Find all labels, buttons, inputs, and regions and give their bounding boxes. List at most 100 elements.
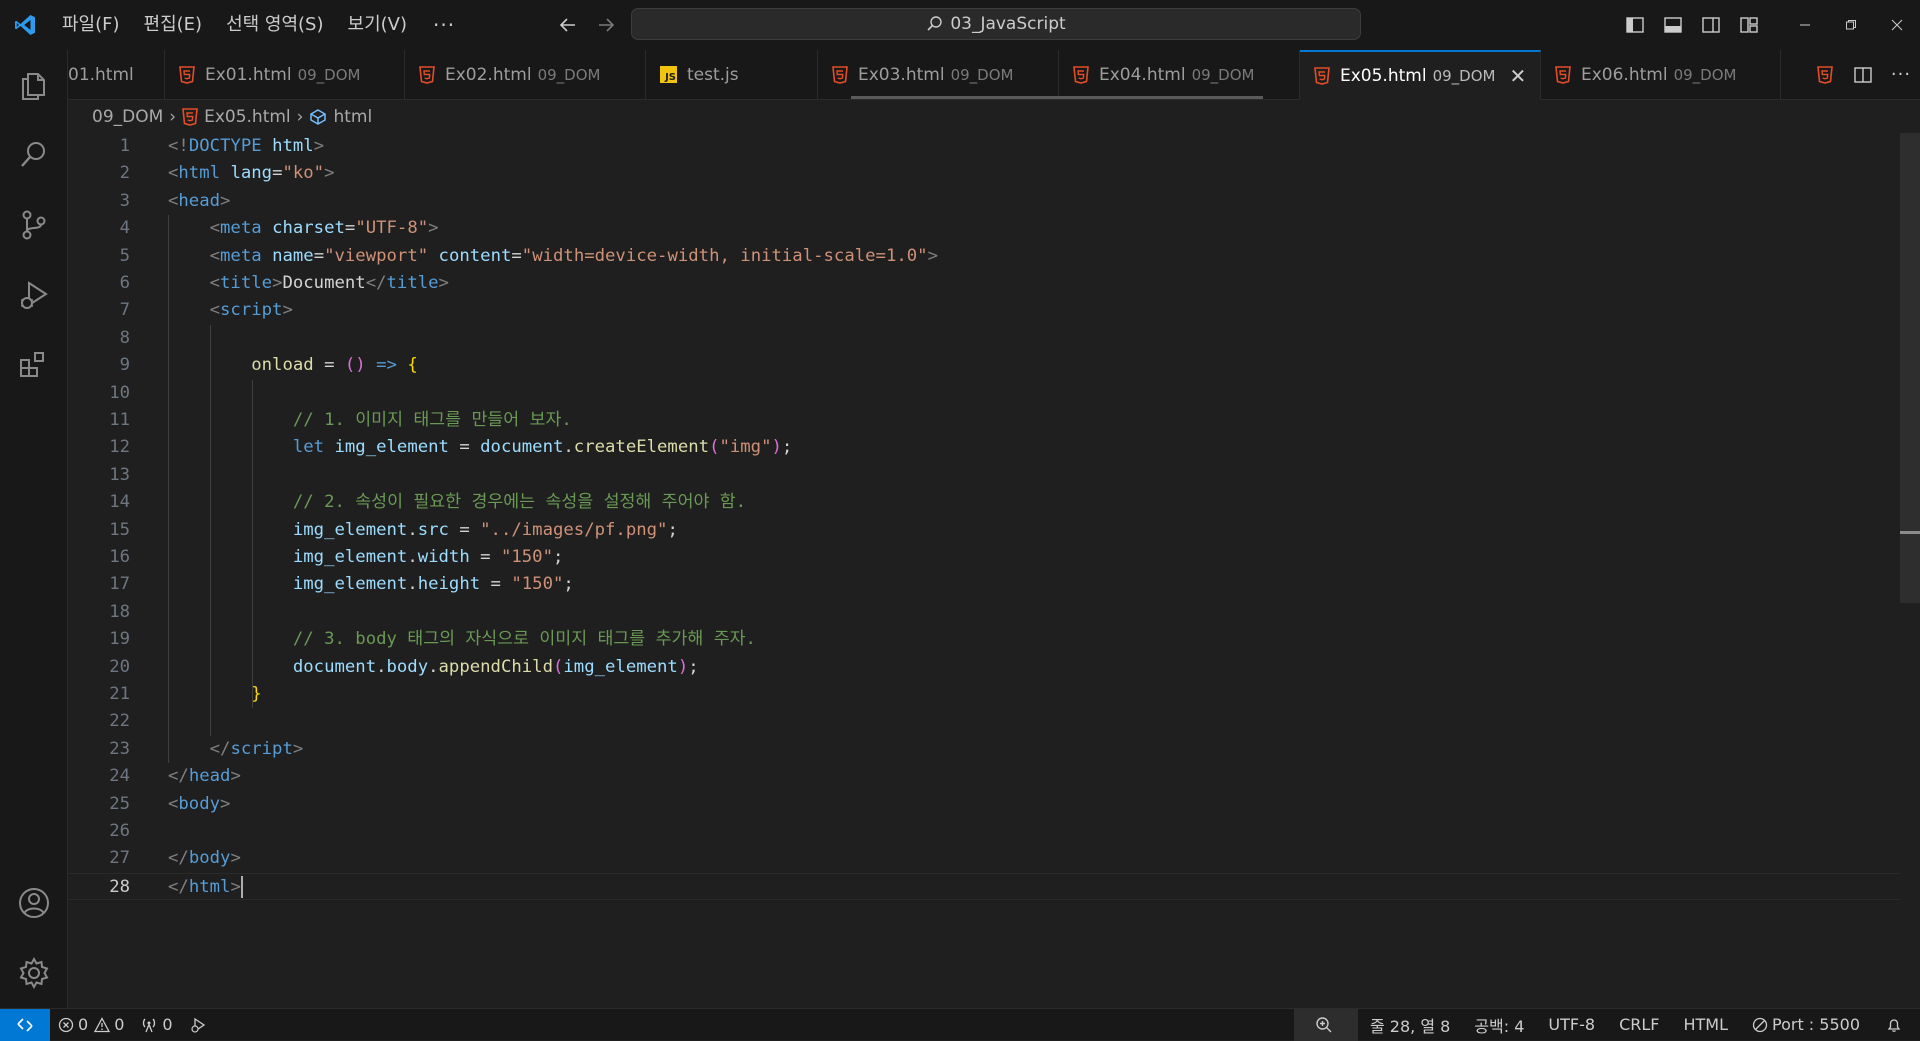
more-actions-icon[interactable]: ··· (1882, 50, 1920, 100)
tab-test-js[interactable]: JS test.js (646, 50, 818, 99)
code-editor[interactable]: 1 <!DOCTYPE html> 2 <html lang="ko"> 3 <head>… (68, 133, 1900, 1008)
tab-scrollbar[interactable] (851, 96, 1263, 99)
code-text: img_element.width = "150"; (168, 544, 564, 571)
cursor-position[interactable]: 줄 28, 열 8 (1358, 1009, 1462, 1041)
code-line[interactable]: 11 // 1. 이미지 태그를 만들어 보자. (68, 407, 1900, 434)
code-token: meta (220, 245, 262, 266)
restore-icon[interactable] (1828, 0, 1874, 50)
menu-view[interactable]: 보기(V) (336, 0, 419, 50)
code-line[interactable]: 22 (68, 708, 1900, 735)
code-line[interactable]: 7 <script> (68, 297, 1900, 324)
code-text: <script> (168, 297, 293, 324)
code-token: "ko" (282, 163, 325, 184)
tab-01-html[interactable]: 01.html (68, 50, 165, 99)
menu-file[interactable]: 파일(F) (50, 0, 132, 50)
code-line[interactable]: 21 } (68, 681, 1900, 708)
toggle-panel-icon[interactable] (1654, 0, 1692, 50)
code-line[interactable]: 24 </head> (68, 763, 1900, 790)
tab-ex05-html[interactable]: Ex05.html 09_DOM ✕ (1300, 50, 1541, 100)
tab-ex06-html[interactable]: Ex06.html 09_DOM (1541, 50, 1781, 99)
close-window-icon[interactable] (1874, 0, 1920, 50)
source-control-icon[interactable] (0, 190, 68, 260)
explorer-icon[interactable] (0, 50, 68, 120)
code-text: onload = () => { (168, 352, 418, 379)
tab-ex02-html[interactable]: Ex02.html 09_DOM (405, 50, 646, 99)
code-line[interactable]: 14 // 2. 속성이 필요한 경우에는 속성을 설정해 주어야 함. (68, 489, 1900, 516)
run-debug-icon[interactable] (0, 260, 68, 330)
menu-selection[interactable]: 선택 영역(S) (214, 0, 335, 50)
code-token: > (272, 273, 283, 293)
command-center-search[interactable]: 03_JavaScript (631, 8, 1361, 40)
problems-status[interactable]: 0 0 (50, 1009, 132, 1041)
code-line[interactable]: 5 <meta name="viewport" content="width=d… (68, 243, 1900, 270)
back-arrow-icon[interactable] (549, 0, 587, 50)
settings-gear-icon[interactable] (0, 938, 68, 1008)
code-line[interactable]: 16 img_element.width = "150"; (68, 544, 1900, 571)
tab-description: 09_DOM (950, 65, 1014, 84)
menu-edit[interactable]: 편집(E) (132, 0, 215, 50)
code-line[interactable]: 13 (68, 462, 1900, 489)
extensions-icon[interactable] (0, 330, 68, 400)
tab-ex04-html[interactable]: Ex04.html 09_DOM (1059, 50, 1300, 99)
code-line[interactable]: 15 img_element.src = "../images/pf.png"; (68, 517, 1900, 544)
code-line[interactable]: 25 <body> (68, 791, 1900, 818)
tab-ex03-html[interactable]: Ex03.html 09_DOM (818, 50, 1059, 99)
editor-actions: ··· (1806, 50, 1920, 99)
breadcrumb-symbol[interactable]: html (333, 107, 372, 127)
remote-indicator-icon[interactable] (0, 1008, 50, 1041)
code-line[interactable]: 3 <head> (68, 188, 1900, 215)
html5-file-icon (1073, 65, 1089, 84)
ports-status[interactable]: 0 (132, 1009, 180, 1041)
close-tab-icon[interactable]: ✕ (1509, 64, 1526, 88)
editor-vertical-scrollbar[interactable] (1900, 133, 1920, 1008)
notifications-bell-icon[interactable] (1872, 1009, 1920, 1041)
code-token: < (168, 163, 179, 184)
code-token: </ (365, 273, 387, 293)
code-line[interactable]: 9 onload = () => { (68, 352, 1900, 379)
code-line[interactable]: 20 document.body.appendChild(img_element… (68, 654, 1900, 681)
live-server-port[interactable]: Port : 5500 (1740, 1009, 1872, 1041)
code-line[interactable]: 26 (68, 818, 1900, 845)
code-token: height (417, 574, 481, 595)
code-text: <body> (168, 791, 230, 818)
code-token: "150" (500, 547, 553, 567)
code-line[interactable]: 12 let img_element = document.createElem… (68, 434, 1900, 461)
code-line[interactable]: 28 </html> (68, 872, 1900, 901)
search-icon[interactable] (0, 120, 68, 190)
breadcrumb-file[interactable]: Ex05.html (204, 107, 291, 127)
split-editor-icon[interactable] (1844, 50, 1882, 100)
code-line[interactable]: 1 <!DOCTYPE html> (68, 133, 1900, 160)
breadcrumb-folder[interactable]: 09_DOM (92, 107, 163, 127)
code-line[interactable]: 6 <title>Document</title> (68, 270, 1900, 297)
language-mode[interactable]: HTML (1671, 1009, 1740, 1041)
customize-layout-icon[interactable] (1730, 0, 1768, 50)
end-of-line[interactable]: CRLF (1607, 1009, 1671, 1041)
code-line[interactable]: 27 </body> (68, 845, 1900, 872)
zoom-icon[interactable] (1293, 1008, 1358, 1041)
code-line[interactable]: 2 <html lang="ko"> (68, 160, 1900, 187)
indentation[interactable]: 공백: 4 (1462, 1009, 1536, 1041)
line-number: 26 (109, 821, 130, 841)
code-line[interactable]: 18 (68, 599, 1900, 626)
indent-guide (251, 379, 253, 709)
code-line[interactable]: 8 (68, 325, 1900, 352)
menu-more-button[interactable]: ··· (419, 13, 469, 37)
code-line[interactable]: 17 img_element.height = "150"; (68, 571, 1900, 598)
tab-ex01-html[interactable]: Ex01.html 09_DOM (165, 50, 405, 99)
code-line[interactable]: 23 </script> (68, 736, 1900, 763)
accounts-icon[interactable] (0, 868, 68, 938)
toggle-primary-sidebar-icon[interactable] (1616, 0, 1654, 50)
code-line[interactable]: 4 <meta charset="UTF-8"> (68, 215, 1900, 242)
forward-arrow-icon[interactable] (587, 0, 625, 50)
line-number: 17 (109, 574, 130, 595)
toggle-secondary-sidebar-icon[interactable] (1692, 0, 1730, 50)
debug-launch-icon[interactable] (181, 1009, 219, 1041)
code-line[interactable]: 10 (68, 380, 1900, 407)
minimize-icon[interactable] (1782, 0, 1828, 50)
encoding[interactable]: UTF-8 (1536, 1009, 1607, 1041)
code-line[interactable]: 19 // 3. body 태그의 자식으로 이미지 태그를 추가해 주자. (68, 626, 1900, 653)
open-preview-icon[interactable] (1806, 50, 1844, 100)
